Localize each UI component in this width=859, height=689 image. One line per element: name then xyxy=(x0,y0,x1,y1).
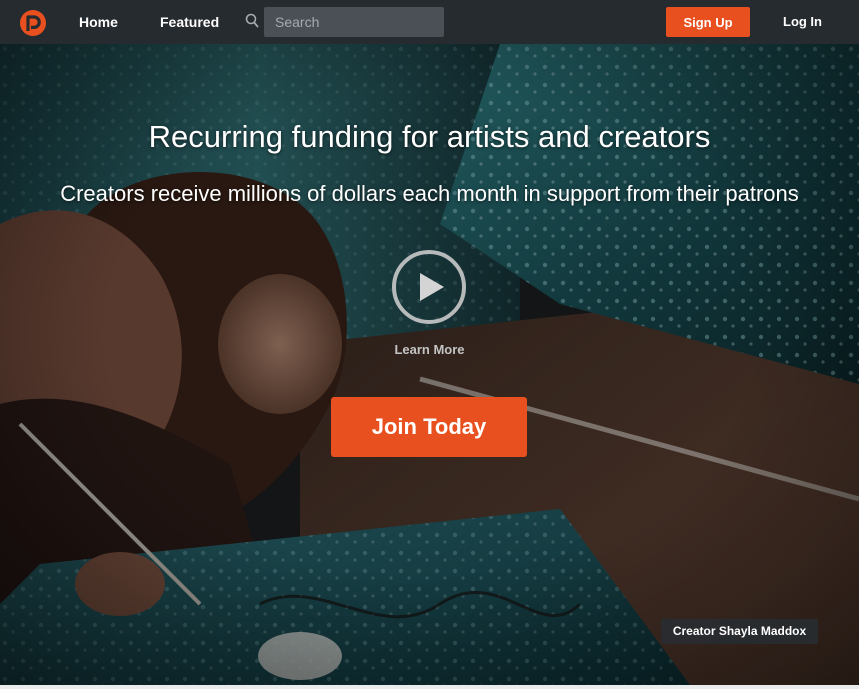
search-input[interactable] xyxy=(264,7,444,37)
nav-home-link[interactable]: Home xyxy=(79,14,118,30)
log-in-link[interactable]: Log In xyxy=(783,14,822,29)
top-navbar: Home Featured Sign Up Log In xyxy=(0,0,859,44)
learn-more-link[interactable]: Learn More xyxy=(0,342,859,357)
play-icon[interactable] xyxy=(391,249,467,325)
creator-credit-badge: Creator Shayla Maddox xyxy=(661,619,818,644)
page-bottom-strip xyxy=(0,685,859,689)
patreon-logo-icon[interactable] xyxy=(19,9,47,37)
join-today-button[interactable]: Join Today xyxy=(331,397,527,457)
hero-section: Recurring funding for artists and creato… xyxy=(0,44,859,685)
hero-title: Recurring funding for artists and creato… xyxy=(148,119,711,154)
nav-featured-link[interactable]: Featured xyxy=(160,14,219,30)
search-icon[interactable] xyxy=(245,13,259,29)
hero-subtitle: Creators receive millions of dollars eac… xyxy=(60,181,799,206)
sign-up-button[interactable]: Sign Up xyxy=(666,7,750,37)
